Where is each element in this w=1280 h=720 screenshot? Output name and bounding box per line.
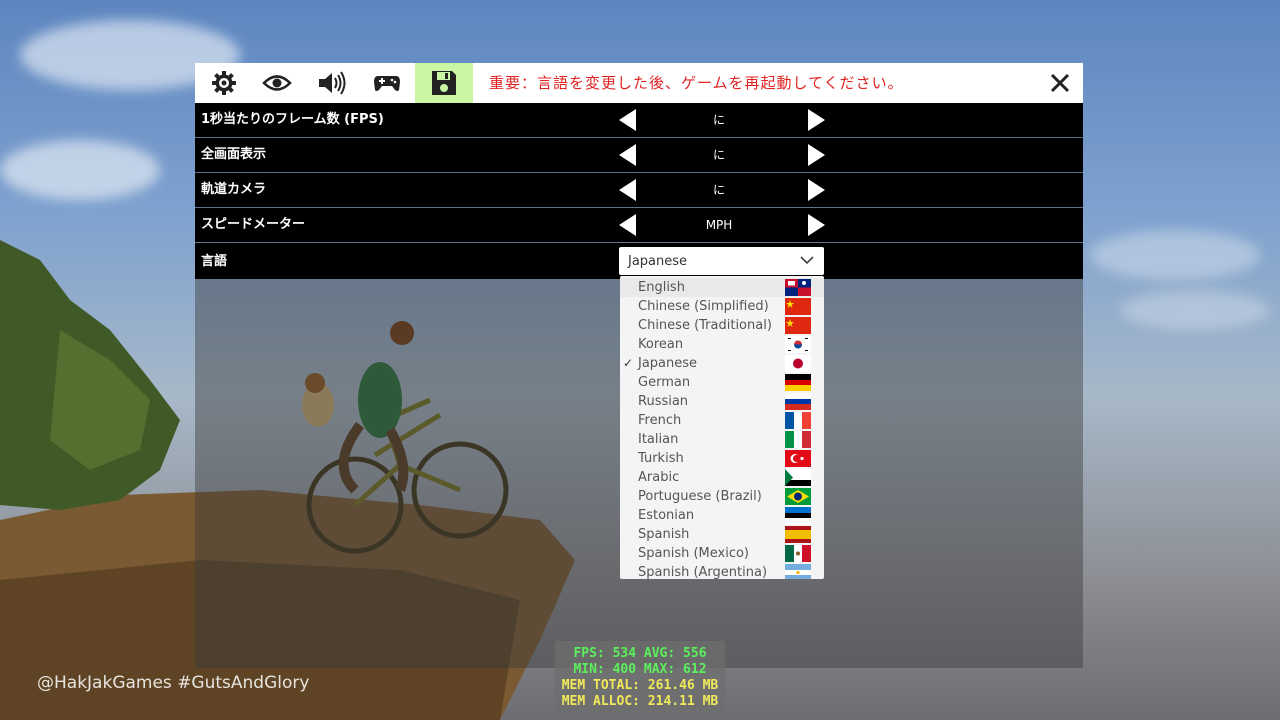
germany-flag-icon <box>785 374 811 391</box>
setting-label: 言語 <box>201 254 228 269</box>
close-button[interactable] <box>1037 63 1083 103</box>
language-option[interactable]: Korean <box>620 335 824 354</box>
language-option[interactable]: French <box>620 411 824 430</box>
language-option-label: Portuguese (Brazil) <box>638 489 762 504</box>
save-icon <box>432 71 456 95</box>
language-option-label: Spanish <box>638 527 690 542</box>
setting-value: に <box>712 148 725 162</box>
language-option-label: English <box>638 280 685 295</box>
prev-arrow-icon[interactable] <box>619 144 636 166</box>
restart-notice: 重要：言語を変更した後、ゲームを再起動してください。 <box>489 74 904 92</box>
rider-on-bicycle <box>302 321 509 554</box>
prev-arrow-icon[interactable] <box>619 179 636 201</box>
language-option[interactable]: Spanish (Argentina) <box>620 563 824 579</box>
setting-value: に <box>712 113 725 127</box>
italy-flag-icon <box>785 431 811 448</box>
language-option[interactable]: Russian <box>620 392 824 411</box>
language-option-label: Estonian <box>638 508 695 523</box>
language-option[interactable]: German <box>620 373 824 392</box>
mem-alloc-stat: MEM ALLOC: 214.11 MB <box>561 694 719 709</box>
language-option[interactable]: Spanish (Mexico) <box>620 544 824 563</box>
prev-arrow-icon[interactable] <box>619 109 636 131</box>
speaker-icon <box>319 71 346 95</box>
setting-row-language: 言語 Japanese <box>195 243 1083 279</box>
turkey-flag-icon <box>785 450 811 467</box>
language-option[interactable]: Estonian <box>620 506 824 525</box>
next-arrow-icon[interactable] <box>808 109 825 131</box>
next-arrow-icon[interactable] <box>808 179 825 201</box>
watermark-text: @HakJakGames #GutsAndGlory <box>37 673 310 693</box>
setting-label: 軌道カメラ <box>201 182 267 197</box>
settings-toolbar: 重要：言語を変更した後、ゲームを再起動してください。 <box>195 63 1083 103</box>
language-selected-value: Japanese <box>628 254 688 269</box>
language-option[interactable]: Spanish <box>620 525 824 544</box>
eye-icon <box>262 75 292 91</box>
next-arrow-icon[interactable] <box>808 144 825 166</box>
argentina-flag-icon <box>785 564 811 579</box>
language-dropdown-list: English Chinese (Simplified) Chinese (Tr… <box>620 276 824 579</box>
tab-display[interactable] <box>248 63 306 103</box>
performance-stats-overlay: FPS: 534 AVG: 556 MIN: 400 MAX: 612 MEM … <box>555 641 725 715</box>
setting-row-fps: 1秒当たりのフレーム数 (FPS) に <box>195 103 1083 137</box>
spain-flag-icon <box>785 526 811 543</box>
language-option-label: Japanese <box>638 356 698 371</box>
setting-row-speedometer: スピードメーター MPH <box>195 208 1083 242</box>
language-option[interactable]: Turkish <box>620 449 824 468</box>
tab-save[interactable] <box>415 63 473 103</box>
language-option-label: Korean <box>638 337 684 352</box>
chevron-down-icon <box>800 256 814 265</box>
language-option[interactable]: English <box>620 278 824 297</box>
setting-label: 全画面表示 <box>201 147 267 162</box>
gear-icon <box>212 71 236 95</box>
language-option-label: Chinese (Simplified) <box>638 299 769 314</box>
checkmark-icon: ✓ <box>623 356 634 370</box>
language-option[interactable]: Chinese (Simplified) <box>620 297 824 316</box>
language-option[interactable]: Portuguese (Brazil) <box>620 487 824 506</box>
russia-flag-icon <box>785 393 811 410</box>
language-option-label: Arabic <box>638 470 680 485</box>
flag-icon <box>785 279 811 296</box>
language-option-label: Spanish (Argentina) <box>638 565 768 579</box>
tab-audio[interactable] <box>303 63 361 103</box>
language-option-label: Chinese (Traditional) <box>638 318 772 333</box>
setting-value: に <box>712 183 725 197</box>
mexico-flag-icon <box>785 545 811 562</box>
china-flag-icon <box>785 298 811 315</box>
korea-flag-icon <box>785 336 811 353</box>
tab-general[interactable] <box>195 63 253 103</box>
language-option[interactable]: Chinese (Traditional) <box>620 316 824 335</box>
france-flag-icon <box>785 412 811 429</box>
language-option-label: Italian <box>638 432 679 447</box>
close-icon <box>1050 73 1070 93</box>
prev-arrow-icon[interactable] <box>619 214 636 236</box>
setting-value: MPH <box>705 218 733 232</box>
tab-controls[interactable] <box>358 63 416 103</box>
language-option-label: Turkish <box>638 451 684 466</box>
brazil-flag-icon <box>785 488 811 505</box>
language-option-label: German <box>638 375 691 390</box>
next-arrow-icon[interactable] <box>808 214 825 236</box>
fps-stat: FPS: 534 AVG: 556 <box>573 646 707 661</box>
language-option-label: Russian <box>638 394 689 409</box>
china-flag-icon <box>785 317 811 334</box>
estonia-flag-icon <box>785 507 811 524</box>
setting-row-orbit-camera: 軌道カメラ に <box>195 173 1083 207</box>
setting-label: スピードメーター <box>201 217 306 232</box>
fps-minmax-stat: MIN: 400 MAX: 612 <box>573 662 707 674</box>
language-option-label: French <box>638 413 682 428</box>
arabic-flag-icon <box>785 469 811 486</box>
language-option-label: Spanish (Mexico) <box>638 546 750 561</box>
gamepad-icon <box>374 76 400 91</box>
mem-total-stat: MEM TOTAL: 261.46 MB <box>561 678 719 693</box>
japan-flag-icon <box>785 355 811 372</box>
language-select[interactable]: Japanese <box>619 247 824 275</box>
setting-row-fullscreen: 全画面表示 に <box>195 138 1083 172</box>
language-option-selected[interactable]: ✓ Japanese <box>620 354 824 373</box>
language-option[interactable]: Arabic <box>620 468 824 487</box>
setting-label: 1秒当たりのフレーム数 (FPS) <box>201 112 384 127</box>
language-option[interactable]: Italian <box>620 430 824 449</box>
